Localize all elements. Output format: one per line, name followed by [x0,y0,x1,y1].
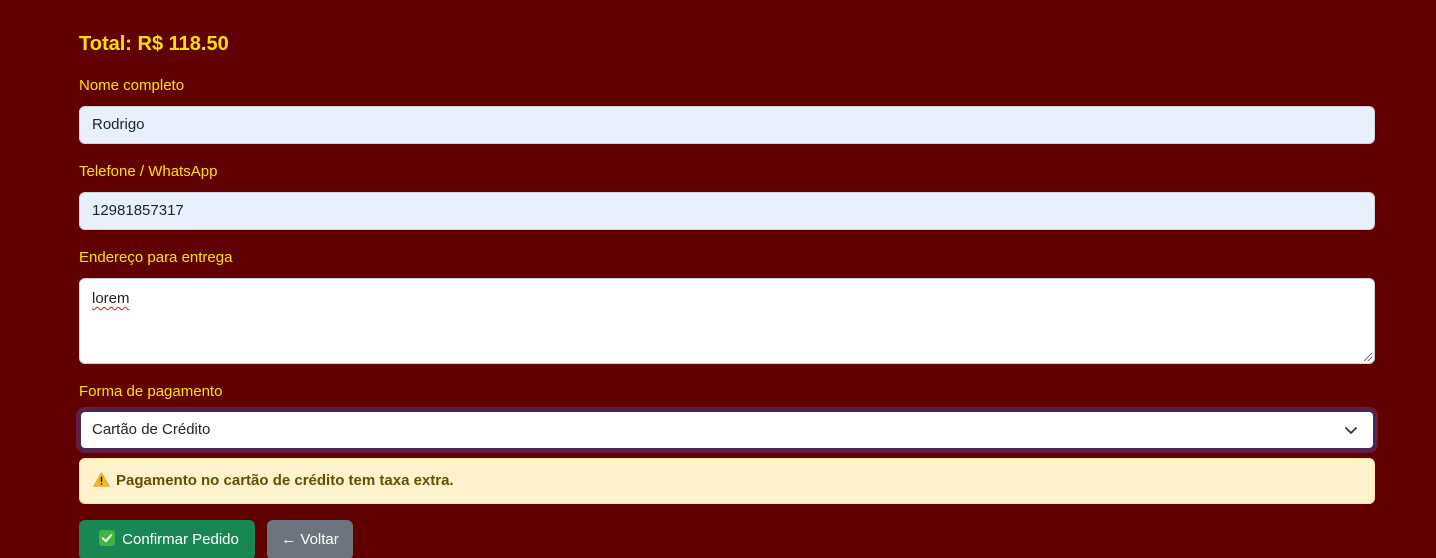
name-input-value: Rodrigo [92,116,145,133]
phone-input[interactable]: 12981857317 [79,192,1375,230]
check-box-icon [99,530,116,547]
order-total: Total: R$ 118.50 [79,33,229,55]
warning-icon [93,471,110,487]
address-label: Endereço para entrega [79,249,233,266]
name-input[interactable]: Rodrigo [79,106,1375,144]
chevron-down-icon [1345,427,1357,434]
confirm-order-label: Confirmar Pedido [122,531,239,548]
name-label: Nome completo [79,77,185,94]
back-button[interactable]: ← Voltar [267,520,353,558]
phone-label: Telefone / WhatsApp [79,163,218,180]
payment-select[interactable]: Cartão de Crédito [79,410,1375,450]
payment-select-value: Cartão de Crédito [92,421,211,438]
address-textarea-value: lorem [92,290,130,307]
payment-label: Forma de pagamento [79,383,223,400]
back-button-label: ← Voltar [281,531,339,548]
credit-fee-alert: Pagamento no cartão de crédito tem taxa … [79,458,1375,504]
phone-input-value: 12981857317 [92,202,184,219]
checkout-form: Total: R$ 118.50 Nome completo Rodrigo T… [0,0,1436,558]
confirm-order-button[interactable]: Confirmar Pedido [79,520,255,558]
resize-handle-icon[interactable] [1364,353,1372,361]
address-textarea[interactable]: lorem [79,278,1375,364]
alert-text: Pagamento no cartão de crédito tem taxa … [116,472,454,489]
